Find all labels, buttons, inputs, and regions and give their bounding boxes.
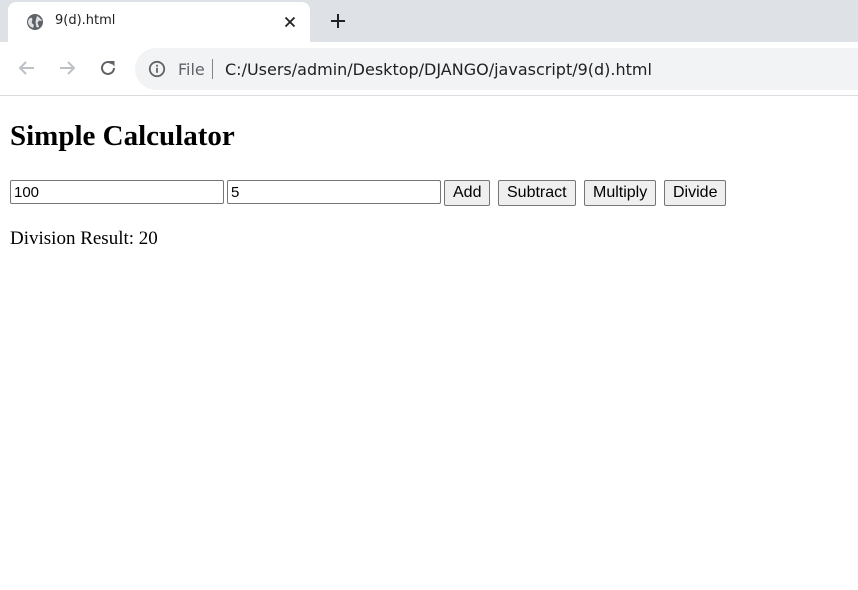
info-icon[interactable] bbox=[148, 60, 166, 78]
page-title: Simple Calculator bbox=[10, 120, 235, 152]
address-separator bbox=[212, 59, 213, 79]
new-tab-button[interactable] bbox=[326, 9, 350, 33]
forward-button[interactable] bbox=[55, 56, 79, 80]
globe-icon bbox=[26, 13, 44, 31]
first-number-input[interactable] bbox=[10, 180, 224, 204]
second-number-input[interactable] bbox=[227, 180, 441, 204]
tab-title: 9(d).html bbox=[55, 13, 116, 28]
forward-arrow-icon bbox=[60, 61, 76, 75]
close-icon bbox=[284, 16, 296, 28]
tab-active[interactable]: 9(d).html bbox=[8, 2, 310, 42]
tab-strip: 9(d).html bbox=[0, 0, 858, 42]
browser-toolbar: File C:/Users/admin/Desktop/DJANGO/javas… bbox=[0, 42, 858, 96]
plus-icon bbox=[331, 14, 345, 28]
back-button[interactable] bbox=[15, 56, 39, 80]
address-bar[interactable]: File C:/Users/admin/Desktop/DJANGO/javas… bbox=[135, 48, 858, 90]
back-arrow-icon bbox=[18, 61, 34, 75]
url-text[interactable]: C:/Users/admin/Desktop/DJANGO/javascript… bbox=[225, 60, 652, 79]
reload-button[interactable] bbox=[96, 56, 120, 80]
divide-button[interactable]: Divide bbox=[664, 180, 727, 206]
url-scheme-label: File bbox=[178, 60, 205, 79]
result-text: Division Result: 20 bbox=[10, 228, 158, 249]
add-button[interactable]: Add bbox=[444, 180, 491, 206]
multiply-button[interactable]: Multiply bbox=[584, 180, 657, 206]
subtract-button[interactable]: Subtract bbox=[498, 180, 576, 206]
reload-icon bbox=[101, 60, 115, 75]
close-tab-button[interactable] bbox=[280, 12, 300, 32]
page-content: Simple Calculator Add Subtract Multiply … bbox=[0, 96, 858, 590]
